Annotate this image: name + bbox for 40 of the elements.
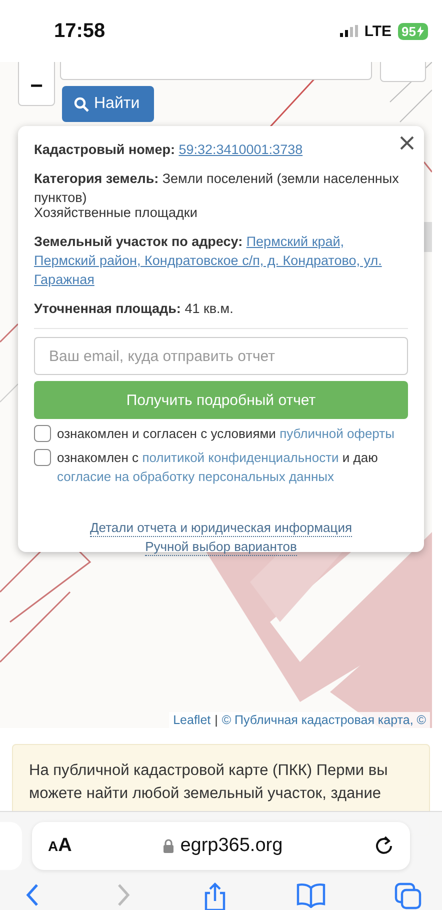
field-text: Земельный участок по адресу: Пермский край, Пермский район, Кондратовское с/п, д. Кондратово, ул. Гаражная — [34, 234, 408, 289]
agreement-text: ознакомлен с политикой конфиденциальности и даю согласие на обработку персональных данных — [57, 449, 379, 486]
battery-level: 95 — [398, 22, 428, 40]
link[interactable]: публичной оферты — [280, 426, 394, 441]
field-text: Хозяйственные площадки — [34, 205, 198, 220]
search-field[interactable] — [60, 62, 372, 80]
share-icon[interactable] — [202, 882, 228, 910]
separator: | — [214, 713, 218, 727]
checkbox[interactable] — [34, 425, 51, 442]
link[interactable]: 59:32:3410001:3738 — [178, 142, 303, 157]
footer-link[interactable]: Детали отчета и юридическая информация — [90, 520, 352, 537]
reload-icon[interactable] — [374, 835, 394, 857]
attribution-link[interactable]: © Публичная кадастровая карта, © — [222, 713, 426, 727]
search-icon — [74, 96, 89, 112]
address-bar[interactable]: AA egrp365.org — [32, 822, 410, 870]
link[interactable]: согласие на обработку персональных данных — [57, 469, 334, 484]
search-button[interactable]: Найти — [62, 86, 154, 122]
tabs-icon[interactable] — [394, 882, 422, 910]
text-size-button[interactable]: AA — [48, 835, 72, 857]
zoom-out-button[interactable]: − — [18, 62, 55, 106]
clock: 17:58 — [54, 20, 106, 42]
signal-icon — [340, 25, 358, 37]
agreement-text: ознакомлен и согласен с условиями публичной оферты — [57, 425, 394, 443]
network-type: LTE — [364, 22, 392, 40]
footer-link[interactable]: Ручной выбор вариантов — [145, 539, 297, 556]
charging-icon — [417, 26, 424, 36]
email-field[interactable]: Ваш email, куда отправить отчет — [34, 337, 408, 375]
report-button[interactable]: Получить подробный отчет — [34, 381, 408, 419]
url-text: egrp365.org — [72, 835, 374, 857]
lock-icon — [163, 839, 174, 853]
checkbox[interactable] — [34, 449, 51, 466]
field-text: Кадастровый номер: 59:32:3410001:3738 — [34, 142, 303, 157]
field-text: Уточненная площадь: 41 кв.м. — [34, 301, 234, 316]
attribution-link[interactable]: Leaflet — [173, 713, 211, 727]
link[interactable]: политикой конфиденциальности — [142, 450, 339, 465]
field-text: Категория земель: Земли поселений (земли населенных пунктов) — [34, 171, 399, 205]
link[interactable]: Пермский край, — [246, 234, 344, 249]
link[interactable]: Пермский район, Кондратовское с/п, д. Кондратово, ул. Гаражная — [34, 251, 408, 289]
close-icon[interactable] — [400, 136, 414, 150]
bookmarks-icon[interactable] — [296, 882, 326, 908]
